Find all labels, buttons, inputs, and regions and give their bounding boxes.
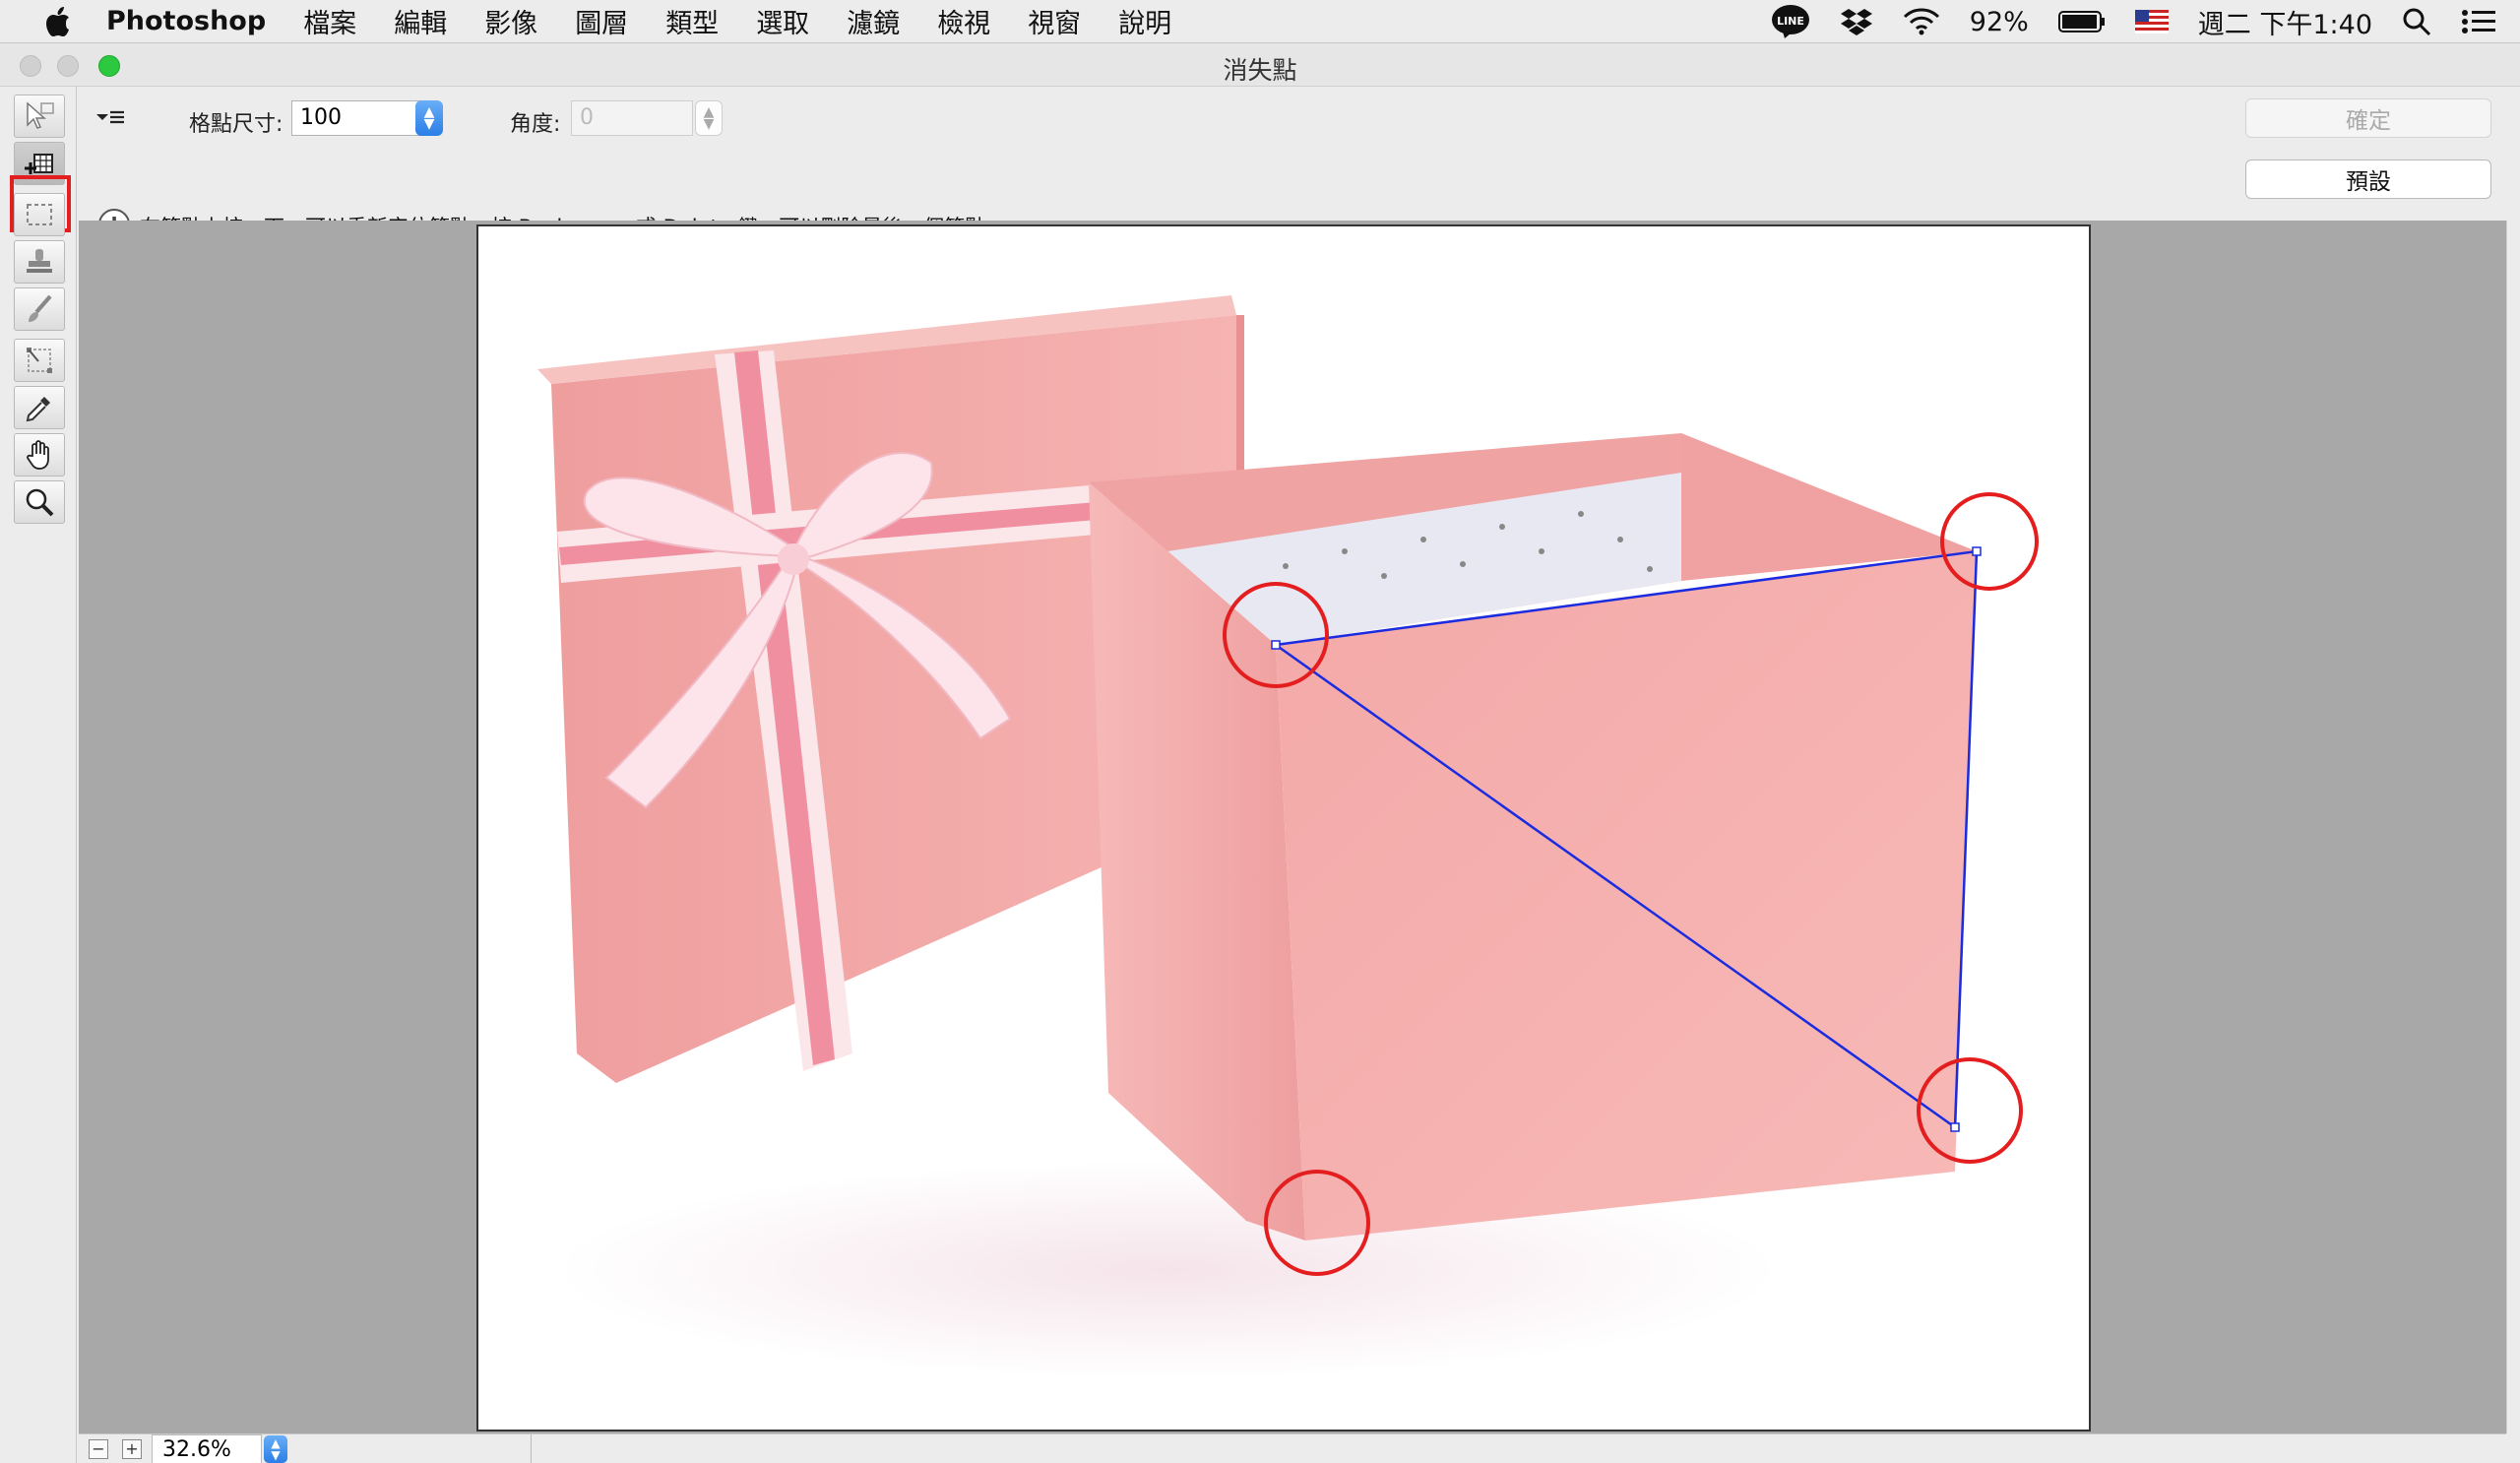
- window-title: 消失點: [1223, 56, 1297, 85]
- brush-tool[interactable]: [14, 287, 65, 331]
- menu-type[interactable]: 類型: [665, 2, 719, 40]
- flyout-menu-icon: [96, 110, 124, 124]
- angle-stepper[interactable]: ▲ ▼: [695, 100, 723, 136]
- settings-menu-button[interactable]: [94, 106, 134, 130]
- menu-select[interactable]: 選取: [756, 2, 809, 40]
- hand-tool[interactable]: [14, 433, 65, 477]
- gift-box-photo[interactable]: [478, 226, 2091, 1431]
- grid-size-field[interactable]: 100: [291, 100, 421, 136]
- battery-icon[interactable]: [2057, 10, 2106, 33]
- menu-help[interactable]: 說明: [1118, 2, 1171, 40]
- zoom-icon: [26, 488, 54, 517]
- marquee-icon: [27, 204, 52, 225]
- status-bar: − + 32.6% ▲ ▼: [79, 1433, 2506, 1463]
- right-edge-strip: [2506, 221, 2520, 1433]
- window-titlebar[interactable]: 消失點: [0, 43, 2520, 87]
- zoom-in-button[interactable]: +: [122, 1439, 142, 1459]
- marquee-tool[interactable]: [14, 193, 65, 236]
- plane-node: [1271, 640, 1281, 650]
- transform-icon: [27, 348, 52, 373]
- zoom-stepper[interactable]: ▲ ▼: [264, 1435, 287, 1463]
- eyedropper-icon: [26, 397, 50, 422]
- zoom-level-field[interactable]: 32.6%: [152, 1434, 262, 1463]
- menu-layer[interactable]: 圖層: [575, 2, 628, 40]
- hand-icon: [27, 440, 49, 470]
- edit-plane-icon: [27, 101, 54, 129]
- menu-view[interactable]: 檢視: [937, 2, 990, 40]
- spotlight-search-icon[interactable]: [2402, 7, 2431, 36]
- angle-label: 角度:: [510, 112, 561, 137]
- brush-icon: [29, 294, 52, 322]
- plane-node: [1972, 546, 1982, 556]
- menu-edit[interactable]: 編輯: [394, 2, 447, 40]
- menu-image[interactable]: 影像: [484, 2, 537, 40]
- notification-center-icon[interactable]: [2461, 8, 2496, 35]
- default-button[interactable]: 預設: [2245, 159, 2491, 199]
- stamp-tool[interactable]: [14, 240, 65, 284]
- grid-size-stepper[interactable]: ▲ ▼: [415, 100, 443, 136]
- horizontal-scrollbar[interactable]: [295, 1434, 532, 1463]
- menu-app-name[interactable]: Photoshop: [106, 6, 266, 36]
- zoom-out-button[interactable]: −: [89, 1439, 108, 1459]
- box-front-side: [1276, 551, 1977, 1240]
- transform-tool[interactable]: [14, 339, 65, 382]
- battery-percent: 92%: [1969, 6, 2029, 37]
- options-bar: 格點尺寸: 100 ▲ ▼ 角度: 0 ▲ ▼: [77, 87, 2520, 148]
- zoom-tool[interactable]: [14, 480, 65, 524]
- angle-field[interactable]: 0: [571, 100, 693, 136]
- plane-node: [1950, 1122, 1960, 1132]
- menu-filter[interactable]: 濾鏡: [847, 2, 900, 40]
- ok-button[interactable]: 確定: [2245, 98, 2491, 138]
- chevron-down-icon: ▼: [423, 116, 435, 132]
- tool-panel: [0, 87, 77, 1463]
- svg-text:LINE: LINE: [1777, 15, 1804, 28]
- chevron-down-icon: ▼: [271, 1448, 281, 1462]
- chevron-down-icon: ▼: [703, 116, 715, 132]
- apple-icon[interactable]: [37, 2, 77, 41]
- edit-plane-tool[interactable]: [14, 95, 65, 138]
- grid-size-label: 格點尺寸:: [189, 112, 284, 137]
- line-icon[interactable]: LINE: [1771, 4, 1810, 39]
- eyedropper-tool[interactable]: [14, 386, 65, 429]
- menu-bar: Photoshop 檔案 編輯 影像 圖層 類型 選取 濾鏡 檢視 視窗 說明 …: [0, 0, 2520, 43]
- wifi-icon[interactable]: [1903, 8, 1940, 35]
- menu-clock[interactable]: 週二 下午1:40: [2198, 3, 2372, 41]
- us-flag-icon[interactable]: [2134, 10, 2169, 33]
- menu-window[interactable]: 視窗: [1028, 2, 1081, 40]
- document-image[interactable]: [476, 224, 2091, 1431]
- menu-file[interactable]: 檔案: [303, 2, 356, 40]
- clone-stamp-icon: [27, 249, 52, 273]
- dropbox-icon[interactable]: [1840, 7, 1873, 36]
